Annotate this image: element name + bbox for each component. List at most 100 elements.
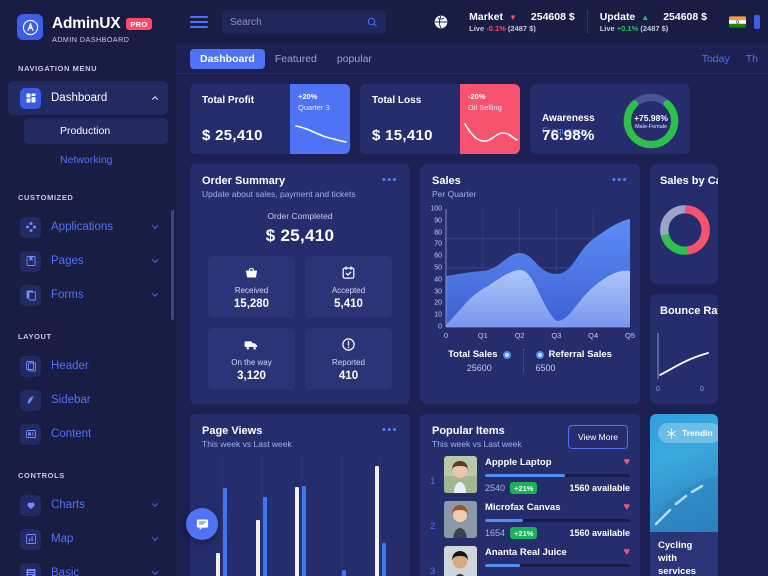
- page-views-bar-chart: [202, 456, 400, 576]
- stat-card-awareness[interactable]: Awareness Frequency 76.98% +75.98% Male-…: [530, 84, 690, 154]
- heart-icon[interactable]: ♥: [623, 501, 630, 513]
- sales-area-chart: 100 90 80 70 60 50 40 30 20 10 0 0 Q1 Q2: [430, 205, 636, 341]
- card-subtitle: Per Quarter: [432, 189, 477, 199]
- search-box[interactable]: [222, 10, 386, 34]
- main-area: Market ▼ 254608 $ Live -0.1% (2487 $) Up…: [176, 0, 768, 576]
- item-index: 3: [430, 566, 436, 576]
- order-tile-accepted[interactable]: Accepted 5,410: [305, 256, 392, 318]
- sidebar-item-sidebar[interactable]: Sidebar: [8, 383, 168, 417]
- sidebar-item-content[interactable]: Content: [8, 417, 168, 451]
- sidebar-item-applications[interactable]: Applications: [8, 210, 168, 244]
- bar-group: [295, 456, 307, 576]
- heart-icon[interactable]: ♥: [623, 456, 630, 468]
- svg-text:0: 0: [700, 386, 704, 393]
- dashboard-icon: [20, 87, 41, 109]
- bar-group: [335, 456, 347, 576]
- ticker-update[interactable]: Update ▲ 254608 $ Live +0.1% (2487 $): [588, 11, 719, 33]
- sidebar-item-label: Sidebar: [51, 394, 91, 406]
- sidebar-item-header[interactable]: Header: [8, 349, 168, 383]
- sidebar-item-forms[interactable]: Forms: [8, 278, 168, 312]
- more-icon[interactable]: •••: [382, 425, 398, 449]
- sidebar-item-basic[interactable]: Basic: [8, 556, 168, 576]
- sidebar-item-label: Forms: [51, 289, 84, 301]
- sales-legend: Total Sales 25600 Referral Sales 6500: [420, 349, 640, 373]
- view-more-button[interactable]: View More: [568, 425, 628, 449]
- sidebar-item-charts[interactable]: Charts: [8, 488, 168, 522]
- bounce-rate-line-chart: 0 0: [656, 333, 709, 393]
- chevron-down-icon: [152, 293, 158, 297]
- ticker-market[interactable]: Market ▼ 254608 $ Live -0.1% (2487 $): [457, 11, 588, 33]
- app-root: AdminUX PRO ADMIN DASHBOARD NAVIGATION M…: [0, 0, 768, 576]
- tab-popular[interactable]: popular: [327, 49, 382, 69]
- tile-label: Received: [234, 285, 269, 295]
- stat-badge-pct: -20%: [468, 92, 486, 101]
- svg-text:0: 0: [656, 386, 660, 393]
- legend-dot-icon: [502, 350, 511, 359]
- sidebar-section-navigation: NAVIGATION MENU: [18, 64, 98, 73]
- heart-icon: [20, 494, 41, 516]
- filter-today[interactable]: Today: [702, 53, 730, 65]
- list-item[interactable]: 2 Microfax Canvas ♥ 1654 +21% 1560 avail…: [420, 494, 640, 539]
- card-subtitle: This week vs Last week: [432, 439, 522, 449]
- trending-card[interactable]: Trendin Cycling with services wit: [650, 414, 718, 576]
- sidebar-section-customized: CUSTOMIZED: [18, 193, 74, 202]
- ticker-value: 254608 $: [663, 11, 707, 23]
- tile-label: Reported: [332, 357, 365, 367]
- sidebar-item-pages[interactable]: Pages: [8, 244, 168, 278]
- globe-icon[interactable]: [433, 14, 449, 30]
- india-flag-icon[interactable]: [729, 16, 746, 28]
- more-icon[interactable]: •••: [382, 175, 398, 199]
- order-tile-on-the-way[interactable]: On the way 3,120: [208, 328, 295, 390]
- order-tiles: Received 15,280 Accepted 5,410 On the wa…: [190, 246, 410, 390]
- stat-badge-label: Quarter 3: [298, 103, 330, 112]
- sidebar-subitem-networking[interactable]: Networking: [24, 147, 168, 173]
- trending-text: Cycling with services wit: [658, 540, 697, 576]
- basket-icon: [245, 267, 258, 277]
- apps-icon: [20, 216, 41, 238]
- sidebar-subitem-production[interactable]: Production: [24, 118, 168, 144]
- progress-bar: [485, 519, 630, 522]
- tile-value: 410: [338, 369, 359, 382]
- heart-icon[interactable]: ♥: [623, 546, 630, 558]
- map-icon: [20, 528, 41, 550]
- tab-featured[interactable]: Featured: [265, 49, 327, 69]
- bookmark-icon: [20, 250, 41, 272]
- hamburger-icon[interactable]: [190, 16, 208, 28]
- sidebar-scrollbar[interactable]: [171, 210, 174, 320]
- card-title: Bounce Rat: [660, 305, 718, 317]
- ticker-change: +0.1%: [616, 24, 639, 33]
- order-tile-reported[interactable]: Reported 410: [305, 328, 392, 390]
- sidebar-item-dashboard[interactable]: Dashboard: [8, 81, 168, 115]
- bar-group: [216, 456, 228, 576]
- caret-down-icon: ▼: [508, 12, 517, 22]
- filter-this-week[interactable]: Th: [746, 53, 758, 65]
- order-tile-received[interactable]: Received 15,280: [208, 256, 295, 318]
- card-subtitle: Update about sales, payment and tickets: [202, 189, 356, 199]
- chat-fab-button[interactable]: [186, 508, 218, 540]
- brand[interactable]: AdminUX PRO ADMIN DASHBOARD: [0, 0, 176, 44]
- stat-card-total-loss[interactable]: Total Loss $ 15,410 -20% Oil Selling: [360, 84, 520, 154]
- list-item[interactable]: 1 Appple Laptop ♥ 2540 +21% 1560 availab…: [420, 449, 640, 494]
- ticker-change: -0.1%: [486, 24, 506, 33]
- sidebar-item-map[interactable]: Map: [8, 522, 168, 556]
- stat-card-total-profit[interactable]: Total Profit $ 25,410 +20% Quarter 3: [190, 84, 350, 154]
- ticker-group: Market ▼ 254608 $ Live -0.1% (2487 $) Up…: [433, 11, 719, 33]
- list-item[interactable]: 3 Ananta Real Juice ♥: [420, 539, 640, 576]
- topbar-overflow-icon[interactable]: [754, 15, 760, 29]
- chevron-down-icon: [152, 571, 158, 575]
- item-name: Ananta Real Juice: [485, 546, 567, 558]
- item-quantity: 1654: [485, 528, 506, 538]
- dashboard-content: Total Profit $ 25,410 +20% Quarter 3 Tot…: [176, 74, 768, 576]
- brand-name: AdminUX: [52, 15, 121, 32]
- legend-referral-sales[interactable]: Referral Sales 6500: [522, 349, 624, 373]
- legend-total-sales[interactable]: Total Sales 25600: [436, 349, 522, 373]
- donut-percent: +75.98%: [634, 112, 668, 123]
- right-column-top-spacer: [700, 84, 768, 154]
- tab-dashboard[interactable]: Dashboard: [190, 48, 265, 69]
- search-icon[interactable]: [366, 16, 378, 28]
- sidebar-item-label: Charts: [51, 499, 85, 511]
- item-index: 1: [430, 476, 436, 487]
- stat-title: Total Profit: [202, 95, 255, 106]
- more-icon[interactable]: •••: [612, 175, 628, 199]
- search-input[interactable]: [230, 16, 366, 28]
